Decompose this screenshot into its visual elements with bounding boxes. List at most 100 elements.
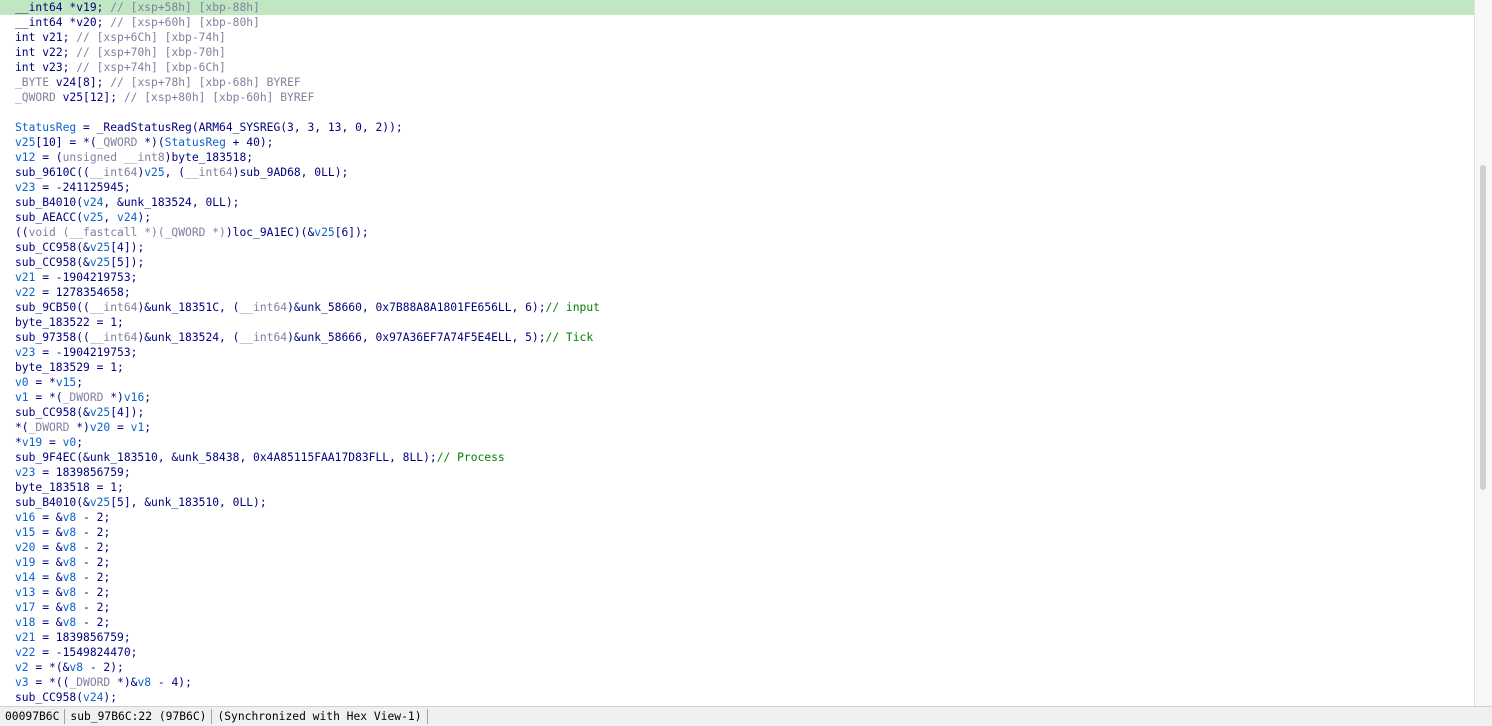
code-token[interactable]: = &	[35, 511, 62, 524]
code-line[interactable]: v3 = *((_DWORD *)&v8 - 4);	[0, 675, 1474, 690]
code-line[interactable]: v25[10] = *(_QWORD *)(StatusReg + 40);	[0, 135, 1474, 150]
code-token[interactable]: )&unk_58666, 0x97A36EF7A74F5E4ELL, 5);	[287, 331, 545, 344]
code-token[interactable]: // [xsp+74h] [xbp-6Ch]	[76, 61, 226, 74]
code-token[interactable]: )&unk_18351C, (	[137, 301, 239, 314]
code-token[interactable]: StatusReg	[15, 121, 76, 134]
code-token[interactable]: __int64 *	[15, 16, 76, 29]
code-token[interactable]: __int64	[90, 331, 138, 344]
code-token[interactable]: v8	[63, 616, 77, 629]
code-line[interactable]: *(_DWORD *)v20 = v1;	[0, 420, 1474, 435]
code-line[interactable]: v2 = *(&v8 - 2);	[0, 660, 1474, 675]
code-line[interactable]: sub_CC958(&v25[4]);	[0, 405, 1474, 420]
code-token[interactable]: = _ReadStatusReg(ARM64_SYSREG(3, 3, 13, …	[76, 121, 403, 134]
code-token[interactable]: v18	[15, 616, 35, 629]
code-token[interactable]: [6]);	[335, 226, 369, 239]
code-token[interactable]: v25	[83, 211, 103, 224]
code-token[interactable]: // [xsp+60h] [xbp-80h]	[110, 16, 260, 29]
code-token[interactable]: *(	[15, 421, 29, 434]
code-token[interactable]: unsigned __int8	[63, 151, 165, 164]
code-line[interactable]: v16 = &v8 - 2;	[0, 510, 1474, 525]
code-token[interactable]: v22	[42, 46, 62, 59]
code-line[interactable]: v21 = -1904219753;	[0, 270, 1474, 285]
code-token[interactable]: int	[15, 46, 42, 59]
code-token[interactable]: v19	[15, 556, 35, 569]
code-line[interactable]: v21 = 1839856759;	[0, 630, 1474, 645]
code-token[interactable]: [5], &unk_183510, 0LL);	[110, 496, 266, 509]
code-token[interactable]: *)	[69, 421, 90, 434]
code-token[interactable]: *)&	[110, 676, 137, 689]
code-token[interactable]: )loc_9A1EC)(&	[226, 226, 314, 239]
code-token[interactable]: byte_183529 = 1;	[15, 361, 124, 374]
code-line[interactable]: v19 = &v8 - 2;	[0, 555, 1474, 570]
code-token[interactable]: // [xsp+70h] [xbp-70h]	[76, 46, 226, 59]
code-token[interactable]: = &	[35, 541, 62, 554]
code-token[interactable]: v1	[15, 391, 29, 404]
code-line[interactable]: int v21; // [xsp+6Ch] [xbp-74h]	[0, 30, 1474, 45]
code-token[interactable]: [4]);	[110, 241, 144, 254]
code-line[interactable]: sub_B4010(v24, &unk_183524, 0LL);	[0, 195, 1474, 210]
code-token[interactable]: v20	[76, 16, 96, 29]
code-token[interactable]: sub_97358((	[15, 331, 90, 344]
code-token[interactable]: ((	[15, 226, 29, 239]
code-token[interactable]: = -1549824470;	[35, 646, 137, 659]
code-token[interactable]: v8	[63, 526, 77, 539]
code-token[interactable]: v22	[15, 286, 35, 299]
code-token[interactable]: v3	[15, 676, 29, 689]
code-line[interactable]: int v23; // [xsp+74h] [xbp-6Ch]	[0, 60, 1474, 75]
code-token[interactable]: v2	[15, 661, 29, 674]
code-token[interactable]: = &	[35, 616, 62, 629]
code-token[interactable]: StatusReg	[165, 136, 226, 149]
code-line[interactable]: ((void (__fastcall *)(_QWORD *))loc_9A1E…	[0, 225, 1474, 240]
code-token[interactable]: v1	[131, 421, 145, 434]
code-token[interactable]: )&unk_58660, 0x7B88A8A1801FE656LL, 6);	[287, 301, 545, 314]
code-line[interactable]: v23 = 1839856759;	[0, 465, 1474, 480]
code-token[interactable]: // [xsp+6Ch] [xbp-74h]	[76, 31, 226, 44]
code-line[interactable]: v22 = -1549824470;	[0, 645, 1474, 660]
code-token[interactable]: v25[12]	[63, 91, 111, 104]
code-token[interactable]: =	[42, 436, 62, 449]
code-line[interactable]: __int64 *v20; // [xsp+60h] [xbp-80h]	[0, 15, 1474, 30]
code-token[interactable]: + 40);	[226, 136, 274, 149]
code-line[interactable]: sub_CC958(&v25[4]);	[0, 240, 1474, 255]
code-token[interactable]: v21	[15, 631, 35, 644]
code-line-current[interactable]: __int64 *v19; // [xsp+58h] [xbp-88h]	[0, 0, 1474, 15]
code-token[interactable]: // [xsp+80h] [xbp-60h] BYREF	[124, 91, 314, 104]
code-token[interactable]: , &unk_183524, 0LL);	[103, 196, 239, 209]
code-token[interactable]: - 2;	[76, 556, 110, 569]
code-token[interactable]: v14	[15, 571, 35, 584]
code-line[interactable]: byte_183518 = 1;	[0, 480, 1474, 495]
code-token[interactable]: v25	[144, 166, 164, 179]
code-token[interactable]: *	[15, 436, 22, 449]
code-token[interactable]: = (	[35, 151, 62, 164]
code-token[interactable]: sub_9F4EC(&unk_183510, &unk_58438, 0x4A8…	[15, 451, 437, 464]
code-token[interactable]: v0	[15, 376, 29, 389]
code-token[interactable]: - 4);	[151, 676, 192, 689]
code-token[interactable]: sub_9CB50((	[15, 301, 90, 314]
code-token[interactable]: ;	[144, 421, 151, 434]
code-token[interactable]: - 2;	[76, 616, 110, 629]
code-token[interactable]: v13	[15, 586, 35, 599]
code-line[interactable]: int v22; // [xsp+70h] [xbp-70h]	[0, 45, 1474, 60]
code-token[interactable]: v8	[63, 511, 77, 524]
code-token[interactable]: __int64	[90, 301, 138, 314]
code-token[interactable]: [4]);	[110, 406, 144, 419]
code-token[interactable]: byte_183518 = 1;	[15, 481, 124, 494]
code-token[interactable]: = &	[35, 601, 62, 614]
code-token[interactable]: - 2);	[83, 661, 124, 674]
code-token[interactable]: int	[15, 61, 42, 74]
code-line[interactable]: sub_CC958(v24);	[0, 690, 1474, 705]
code-token[interactable]: sub_CC958(&	[15, 406, 90, 419]
code-token[interactable]: =	[110, 421, 130, 434]
code-line[interactable]: sub_9610C((__int64)v25, (__int64)sub_9AD…	[0, 165, 1474, 180]
code-token[interactable]: v15	[56, 376, 76, 389]
code-token[interactable]: v25	[90, 256, 110, 269]
code-token[interactable]: v8	[69, 661, 83, 674]
code-token[interactable]: v24	[83, 691, 103, 704]
code-token[interactable]: = -241125945;	[35, 181, 130, 194]
code-token[interactable]: sub_9610C((	[15, 166, 90, 179]
code-token[interactable]: v8	[63, 601, 77, 614]
code-token[interactable]: v20	[90, 421, 110, 434]
code-token[interactable]: sub_AEACC(	[15, 211, 83, 224]
code-token[interactable]: ;	[63, 31, 77, 44]
code-token[interactable]: v25	[314, 226, 334, 239]
